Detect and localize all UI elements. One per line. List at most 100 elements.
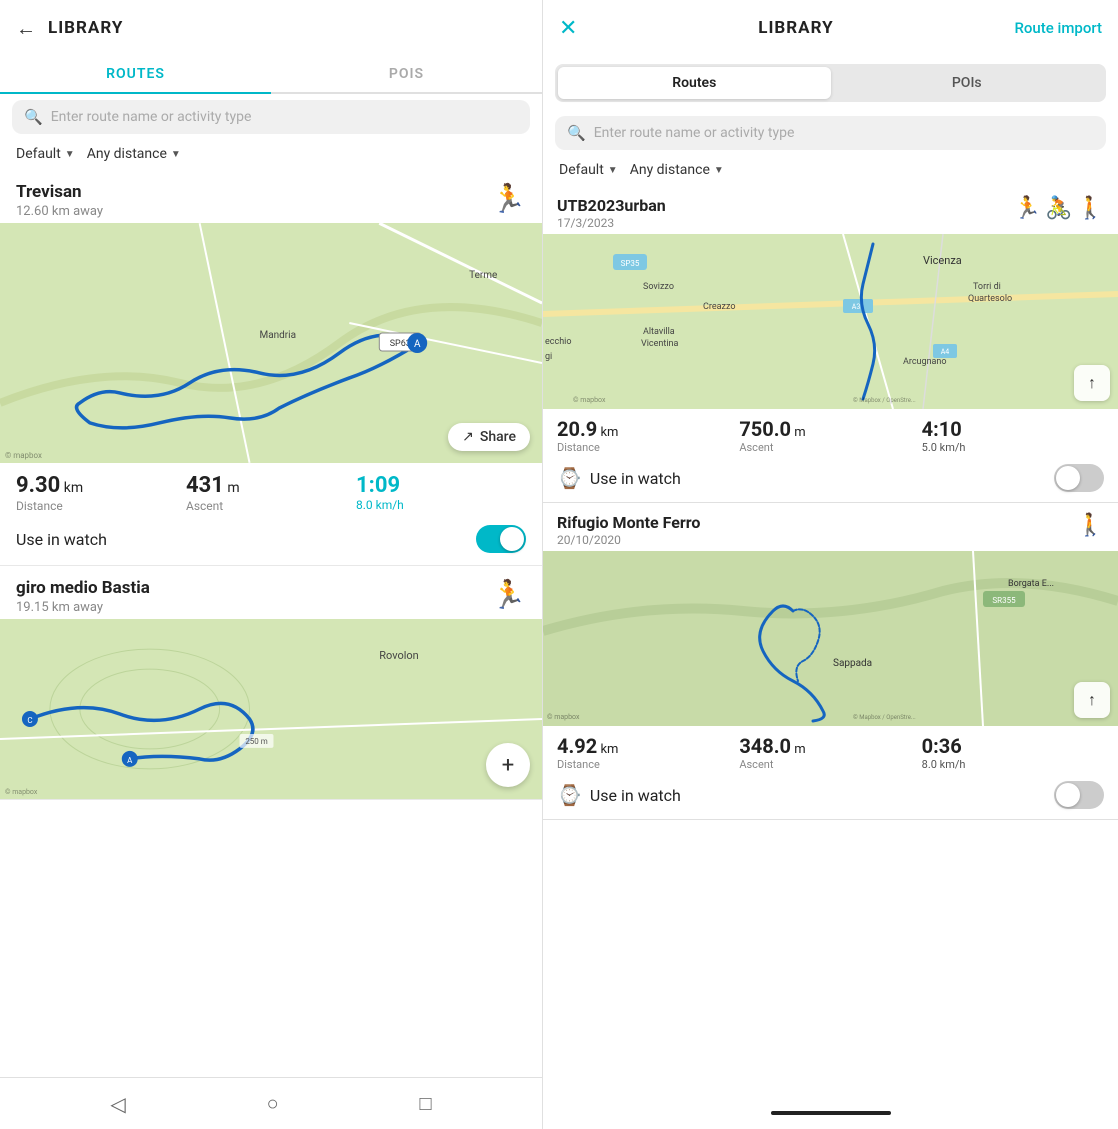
route-info-rifugio: Rifugio Monte Ferro 20/10/2020 [557,513,700,547]
tab-routes-right[interactable]: Routes [558,67,831,99]
left-header: ← LIBRARY [0,0,542,56]
stat-time-value-utb: 4:10 [922,417,1104,441]
right-title: LIBRARY [758,18,833,38]
use-in-watch-utb: ⌚ Use in watch [543,458,1118,502]
nav-home-icon[interactable]: ○ [267,1091,279,1116]
route-name-trevisan: Trevisan [16,182,103,202]
share-button-trevisan[interactable]: ↗ Share [448,423,530,451]
stat-ascent-value-utb: 750.0 m [739,417,921,441]
map-rifugio[interactable]: SR355 Sappada Borgata E... © mapbox © Ma… [543,551,1118,726]
filter-default-right[interactable]: Default ▼ [559,162,618,178]
search-placeholder-left: Enter route name or activity type [51,109,252,125]
svg-text:© Mapbox / OpenStre...: © Mapbox / OpenStre... [853,397,916,404]
route-stats-trevisan: 9.30 km Distance 431 m Ascent 1:09 8.0 k… [0,463,542,517]
stat-ascent-value-trevisan: 431 m [186,473,356,498]
route-date-utb: 17/3/2023 [557,216,666,230]
route-date-rifugio: 20/10/2020 [557,533,700,547]
stat-distance-value-rifugio: 4.92 km [557,734,739,758]
filter-row-right: Default ▼ Any distance ▼ [543,154,1118,186]
filter-default-label-left: Default [16,146,61,162]
share-button-rifugio[interactable]: ↑ [1074,682,1110,718]
svg-text:ecchio: ecchio [545,337,571,347]
svg-text:A4: A4 [941,348,950,356]
use-in-watch-label-rifugio: Use in watch [590,786,681,805]
left-tabs: ROUTES POIS [0,56,542,94]
filter-distance-left[interactable]: Any distance ▼ [87,146,181,162]
route-card-rifugio: Rifugio Monte Ferro 20/10/2020 🚶 SR355 [543,503,1118,820]
filter-row-left: Default ▼ Any distance ▼ [0,138,542,170]
route-card-bastia: giro medio Bastia 19.15 km away 🏃 [0,566,542,800]
filter-distance-right[interactable]: Any distance ▼ [630,162,724,178]
filter-default-left[interactable]: Default ▼ [16,146,75,162]
use-in-watch-toggle-utb[interactable] [1054,464,1104,492]
search-icon-right: 🔍 [567,124,586,142]
stat-ascent-value-rifugio: 348.0 m [739,734,921,758]
search-placeholder-right: Enter route name or activity type [594,125,795,141]
right-card-header-rifugio: Rifugio Monte Ferro 20/10/2020 🚶 [543,503,1118,551]
route-info-trevisan: Trevisan 12.60 km away [16,182,103,219]
svg-text:gi: gi [545,352,552,362]
svg-text:Arcugnano: Arcugnano [903,357,947,367]
right-tabs: Routes POIs [555,64,1106,102]
stat-distance-value-trevisan: 9.30 km [16,473,186,498]
svg-text:© mapbox: © mapbox [5,788,38,796]
toggle-knob-rifugio [1056,783,1080,807]
svg-text:Mandria: Mandria [260,330,296,341]
tab-pois-left[interactable]: POIS [271,56,542,92]
svg-text:250 m: 250 m [245,737,267,746]
close-button[interactable]: ✕ [559,16,577,41]
route-name-utb: UTB2023urban [557,196,666,215]
tab-routes-left[interactable]: ROUTES [0,56,271,92]
svg-text:C: C [27,716,32,725]
svg-text:Sovizzo: Sovizzo [643,282,674,292]
svg-text:Vicentina: Vicentina [641,339,678,349]
search-bar-left[interactable]: 🔍 Enter route name or activity type [12,100,530,134]
svg-text:Borgata E...: Borgata E... [1008,579,1054,589]
right-card-header-utb: UTB2023urban 17/3/2023 🏃 🚴 🚶 [543,186,1118,234]
map-trevisan[interactable]: SP63 A Mandria Terme © mapbox ↗ Share [0,223,542,463]
nav-recent-icon[interactable]: □ [419,1091,431,1116]
watch-icon-utb: ⌚ [557,466,582,490]
watch-icon-rifugio: ⌚ [557,783,582,807]
share-button-utb[interactable]: ↑ [1074,365,1110,401]
left-title: LIBRARY [48,18,123,38]
right-panel: ✕ LIBRARY Route import Routes POIs 🔍 Ent… [543,0,1118,1129]
search-bar-right[interactable]: 🔍 Enter route name or activity type [555,116,1106,150]
back-button[interactable]: ← [16,16,36,41]
svg-text:A: A [414,339,421,350]
filter-distance-arrow: ▼ [171,149,181,160]
hiking-icon-rifugio: 🚶 [1077,513,1104,538]
svg-text:Altavilla: Altavilla [643,327,675,337]
route-import-button[interactable]: Route import [1014,19,1102,37]
cycling-icon-utb: 🚴 [1045,196,1072,221]
right-stats-rifugio: 4.92 km Distance 348.0 m Ascent 0:36 8.0… [543,726,1118,775]
tab-pois-right[interactable]: POIs [831,67,1104,99]
stat-distance-label-utb: Distance [557,441,739,454]
filter-distance-arrow-right: ▼ [714,165,724,176]
use-in-watch-toggle-trevisan[interactable] [476,525,526,553]
svg-text:© Mapbox / OpenStre...: © Mapbox / OpenStre... [853,714,916,721]
routes-list-right: UTB2023urban 17/3/2023 🏃 🚴 🚶 [543,186,1118,1103]
running-icon-bastia: 🏃 [491,578,526,611]
svg-text:Vicenza: Vicenza [923,254,962,267]
nav-back-icon[interactable]: ◁ [110,1092,125,1116]
route-card-trevisan: Trevisan 12.60 km away 🏃 [0,170,542,566]
map-bastia[interactable]: C A Rovolon 250 m © mapbox + [0,619,542,799]
route-info-utb: UTB2023urban 17/3/2023 [557,196,666,230]
use-in-watch-toggle-rifugio[interactable] [1054,781,1104,809]
stat-ascent-trevisan: 431 m Ascent [186,473,356,513]
svg-text:Terme: Terme [469,270,497,281]
add-button-bastia[interactable]: + [486,743,530,787]
stat-distance-label-rifugio: Distance [557,758,739,771]
bottom-bar-indicator [771,1111,891,1115]
filter-default-arrow-right: ▼ [608,165,618,176]
left-panel: ← LIBRARY ROUTES POIS 🔍 Enter route name… [0,0,543,1129]
svg-text:SP35: SP35 [621,259,640,268]
svg-text:Sappada: Sappada [833,658,872,669]
activity-icons-rifugio: 🚶 [1077,513,1104,538]
right-header: ✕ LIBRARY Route import [543,0,1118,56]
map-utb[interactable]: SP35 A31 A4 Vicenza Sovizzo Creazzo Alta… [543,234,1118,409]
stat-distance-utb: 20.9 km Distance [557,417,739,454]
filter-distance-label-left: Any distance [87,146,167,162]
use-in-watch-label-utb: Use in watch [590,469,681,488]
